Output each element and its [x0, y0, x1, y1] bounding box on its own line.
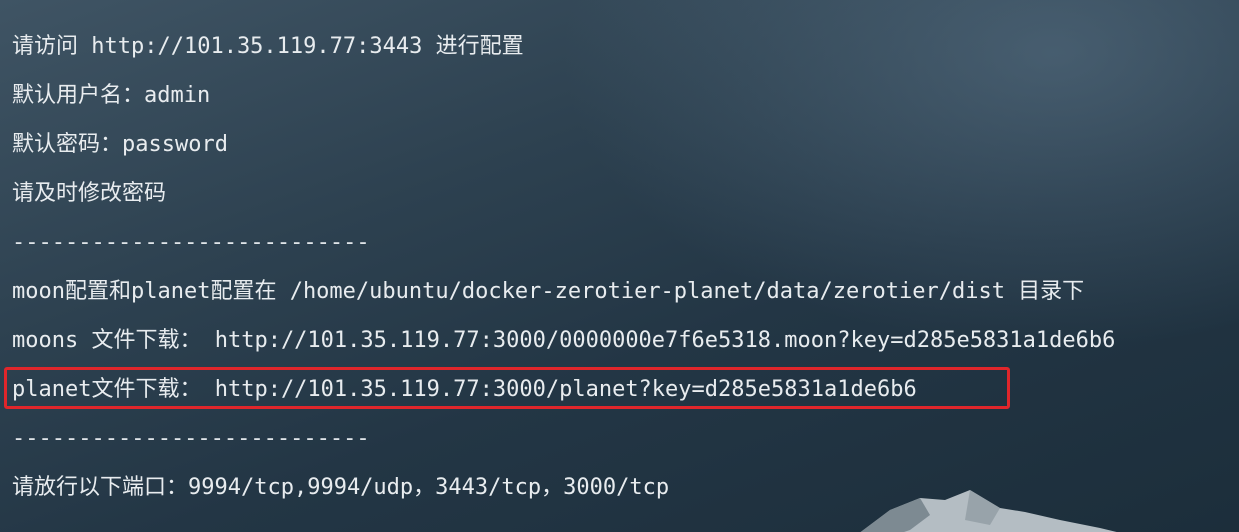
- separator-line-bottom: ---------------------------: [12, 426, 370, 451]
- open-ports-line: 请放行以下端口：9994/tcp,9994/udp，3443/tcp，3000/…: [12, 475, 670, 500]
- default-password-line: 默认密码：password: [12, 132, 228, 157]
- planet-download-highlight-box: [4, 367, 1010, 409]
- change-password-notice: 请及时修改密码: [12, 181, 167, 206]
- separator-line-middle: ---------------------------: [12, 230, 370, 255]
- terminal-window: --------------------------- 请访问 http://1…: [0, 0, 1239, 532]
- config-url-line[interactable]: 请访问 http://101.35.119.77:3443 进行配置: [12, 32, 524, 62]
- moons-download-line[interactable]: moons 文件下载： http://101.35.119.77:3000/00…: [12, 326, 1115, 356]
- separator-line-top: ---------------------------: [12, 0, 370, 12]
- mountain-background-image: [860, 490, 1117, 532]
- config-directory-line: moon配置和planet配置在 /home/ubuntu/docker-zer…: [12, 279, 1085, 304]
- default-username-line: 默认用户名：admin: [12, 83, 211, 108]
